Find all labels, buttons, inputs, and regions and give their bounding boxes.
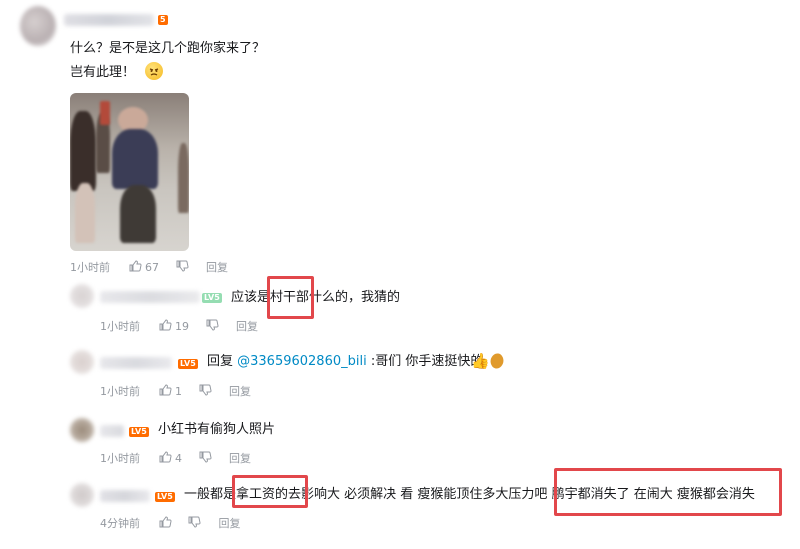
username[interactable] xyxy=(100,291,200,303)
reply-button[interactable]: 回复 xyxy=(219,517,241,530)
dislike-icon[interactable] xyxy=(175,259,189,277)
like-count: 67 xyxy=(145,261,159,274)
like-icon[interactable] xyxy=(158,318,172,336)
image-figure xyxy=(70,111,96,191)
dislike-icon[interactable] xyxy=(198,450,212,468)
dislike-icon[interactable] xyxy=(205,318,219,336)
username[interactable] xyxy=(100,357,172,369)
reply-button[interactable]: 回复 xyxy=(229,452,251,465)
reply-button[interactable]: 回复 xyxy=(206,261,228,274)
dislike-icon[interactable] xyxy=(187,515,201,533)
reply-meta: 1小时前 1 回复 xyxy=(100,383,251,401)
comment-text: 什么？是不是这几个跑你家来了？ xyxy=(70,41,266,56)
avatar[interactable] xyxy=(70,350,94,374)
reply-text: 回复 @33659602860_bili :哥们 你手速挺快的 xyxy=(207,354,484,369)
username[interactable] xyxy=(64,14,154,26)
highlight-box xyxy=(554,468,782,516)
image-figure xyxy=(100,101,110,125)
reply-text: 小红书有偷狗人照片 xyxy=(158,422,276,437)
avatar[interactable] xyxy=(70,483,94,507)
username[interactable] xyxy=(100,425,124,437)
comment-image[interactable] xyxy=(70,93,189,251)
timestamp: 1小时前 xyxy=(100,320,140,333)
chicken-leg-emoji xyxy=(487,351,507,371)
level-badge: LV5 xyxy=(178,359,198,369)
level-badge: LV5 xyxy=(129,427,149,437)
avatar[interactable] xyxy=(70,418,94,442)
like-icon[interactable] xyxy=(128,259,142,277)
level-badge: LV5 xyxy=(155,492,175,502)
username[interactable] xyxy=(100,490,150,502)
image-figure xyxy=(178,143,189,213)
like-icon[interactable] xyxy=(158,450,172,468)
level-badge: 5 xyxy=(158,15,168,25)
comment-meta: 1小时前 67 回复 xyxy=(70,259,228,277)
dislike-icon[interactable] xyxy=(198,383,212,401)
timestamp: 4分钟前 xyxy=(100,517,140,530)
reply-meta: 1小时前 4 回复 xyxy=(100,450,251,468)
level-badge: LV5 xyxy=(202,293,222,303)
comment-text: 岂有此理！ xyxy=(70,65,136,80)
image-figure xyxy=(75,183,95,243)
like-icon[interactable] xyxy=(158,515,172,533)
like-icon[interactable] xyxy=(158,383,172,401)
like-count: 19 xyxy=(175,320,189,333)
mention-link[interactable]: @33659602860_bili xyxy=(237,354,367,369)
image-figure xyxy=(120,185,156,243)
reply-button[interactable]: 回复 xyxy=(229,385,251,398)
reply-text: 应该是村干部什么的，我猜的 xyxy=(231,290,401,305)
timestamp: 1小时前 xyxy=(100,452,140,465)
timestamp: 1小时前 xyxy=(70,261,110,274)
image-figure xyxy=(112,129,158,189)
angry-face-emoji xyxy=(145,62,163,80)
avatar[interactable] xyxy=(70,284,94,308)
like-count: 1 xyxy=(175,385,182,398)
thumbs-up-emoji: 👍 xyxy=(471,352,490,370)
like-count: 4 xyxy=(175,452,182,465)
reply-meta: 1小时前 19 回复 xyxy=(100,318,258,336)
reply-meta: 4分钟前 回复 xyxy=(100,515,241,533)
avatar[interactable] xyxy=(20,6,56,46)
timestamp: 1小时前 xyxy=(100,385,140,398)
highlight-box xyxy=(232,475,308,508)
highlight-box xyxy=(267,276,314,319)
reply-button[interactable]: 回复 xyxy=(236,320,258,333)
